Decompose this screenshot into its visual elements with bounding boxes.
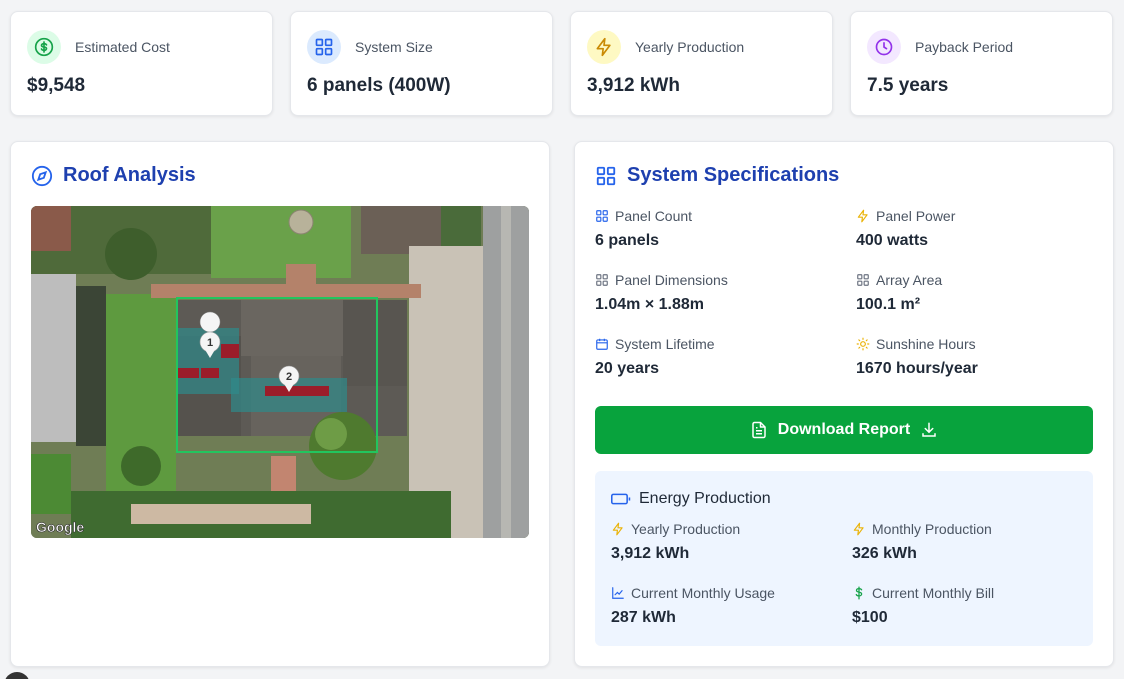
stat-label: Payback Period <box>915 39 1014 55</box>
map-attribution: Google <box>36 519 84 535</box>
clock-icon <box>867 30 901 64</box>
spec-panel-count: Panel Count 6 panels <box>595 208 693 249</box>
document-icon <box>752 421 766 439</box>
lightning-icon <box>857 209 868 223</box>
roof-analysis-title: Roof Analysis <box>31 164 196 187</box>
spec-panel-dimensions: Panel Dimensions 1.04m × 1.88m <box>595 272 728 313</box>
lightning-icon <box>587 30 621 64</box>
calendar-icon <box>596 338 608 350</box>
sun-icon <box>856 337 870 351</box>
compass-icon <box>31 165 53 186</box>
roof-analysis-panel: Roof Analysis 1 2 Google <box>10 141 550 667</box>
grid-icon <box>857 274 869 286</box>
stat-card-payback-period: Payback Period 7.5 years <box>850 11 1113 116</box>
svg-text:2: 2 <box>286 371 292 383</box>
grid-icon <box>596 210 608 222</box>
chart-line-icon <box>612 587 624 599</box>
stat-card-system-size: System Size 6 panels (400W) <box>290 11 553 116</box>
stat-value: 3,912 kWh <box>587 75 680 96</box>
stat-card-estimated-cost: Estimated Cost $9,548 <box>10 11 273 116</box>
spec-array-area: Array Area 100.1 m² <box>856 272 943 313</box>
spec-sunshine-hours: Sunshine Hours 1670 hours/year <box>856 336 978 377</box>
spec-panel-power: Panel Power 400 watts <box>856 208 956 249</box>
spec-system-lifetime: System Lifetime 20 years <box>595 336 715 377</box>
stat-value: 7.5 years <box>867 75 949 96</box>
stat-value: $9,548 <box>27 75 86 96</box>
system-specifications-title: System Specifications <box>595 164 839 187</box>
svg-text:1: 1 <box>207 337 213 349</box>
system-specifications-panel: System Specifications Panel Count 6 pane… <box>574 141 1114 667</box>
stat-label: System Size <box>355 39 433 55</box>
stat-label: Yearly Production <box>635 39 745 55</box>
grid-icon <box>596 274 608 286</box>
stat-card-yearly-production: Yearly Production 3,912 kWh <box>570 11 833 116</box>
satellite-map[interactable]: 1 2 Google <box>31 206 529 538</box>
stat-label: Estimated Cost <box>75 39 170 55</box>
grid-icon <box>596 166 616 185</box>
energy-current-monthly-bill: Current Monthly Bill $100 <box>852 585 995 626</box>
energy-monthly-production: Monthly Production 326 kWh <box>852 521 992 562</box>
energy-production-box: Energy Production Yearly Production 3,91… <box>595 471 1093 646</box>
download-icon <box>922 422 936 437</box>
battery-icon <box>611 493 631 505</box>
download-report-button[interactable]: Download Report <box>595 406 1093 454</box>
dollar-icon <box>855 586 863 600</box>
grid-icon <box>307 30 341 64</box>
lightning-icon <box>853 522 864 536</box>
lightning-icon <box>612 522 623 536</box>
floating-avatar[interactable] <box>4 672 30 679</box>
energy-production-title: Energy Production <box>611 490 771 508</box>
energy-current-monthly-usage: Current Monthly Usage 287 kWh <box>611 585 775 626</box>
dollar-icon <box>27 30 61 64</box>
stat-value: 6 panels (400W) <box>307 75 451 96</box>
energy-yearly-production: Yearly Production 3,912 kWh <box>611 521 741 562</box>
